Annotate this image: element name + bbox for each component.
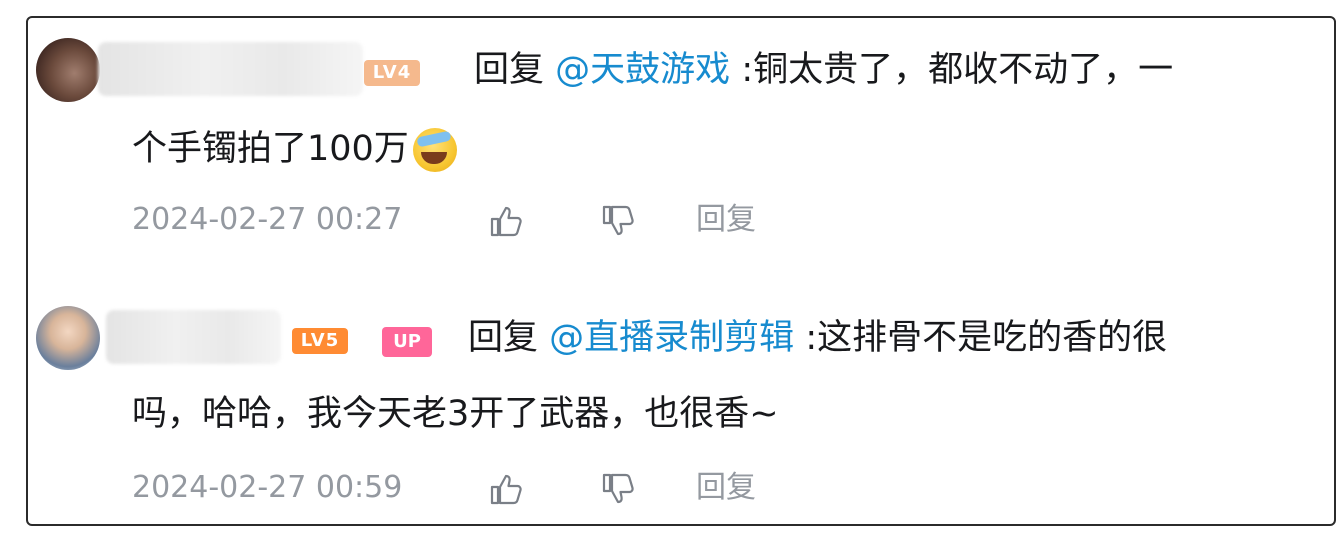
thumbs-up-icon[interactable] (488, 472, 524, 506)
thumbs-down-icon[interactable] (600, 204, 636, 238)
laughing-crying-emoji-icon (412, 128, 457, 172)
comment-text-line2: 吗，哈哈，我今天老3开了武器，也很香~ (132, 396, 779, 432)
comment-body-cont: 吗，哈哈，我今天老3开了武器，也很香~ (132, 394, 779, 434)
comment-text-line2: 个手镯拍了100万 (132, 128, 457, 172)
level-badge: LV5 (292, 328, 348, 354)
comment-list: LV4 回复 @天鼓游戏 :铜太贵了，都收不动了，一 个手镯拍了100万 202… (26, 16, 1336, 526)
comment-body-cont: 个手镯拍了100万 (132, 129, 409, 169)
comment-text-line1: 回复 @天鼓游戏 :铜太贵了，都收不动了，一 (474, 52, 1173, 88)
timestamp: 2024-02-27 00:27 (132, 202, 403, 237)
mention-link[interactable]: @天鼓游戏 (555, 50, 730, 90)
avatar[interactable] (36, 38, 100, 102)
comment-body: :这排骨不是吃的香的很 (805, 318, 1168, 358)
comment-text-line1: 回复 @直播录制剪辑 :这排骨不是吃的香的很 (468, 320, 1167, 356)
avatar[interactable] (36, 306, 100, 370)
reply-button[interactable]: 回复 (696, 202, 756, 238)
comment-body: :铜太贵了，都收不动了，一 (741, 50, 1174, 90)
mention-link[interactable]: @直播录制剪辑 (549, 318, 794, 358)
thumbs-up-icon[interactable] (488, 204, 524, 238)
timestamp: 2024-02-27 00:59 (132, 470, 403, 505)
level-badge: LV4 (364, 60, 420, 86)
username-redacted (106, 310, 281, 364)
thumbs-down-icon[interactable] (600, 472, 636, 506)
up-badge: UP (382, 327, 432, 357)
reply-prefix: 回复 (468, 318, 539, 358)
reply-button[interactable]: 回复 (696, 470, 756, 506)
username-redacted (98, 42, 363, 96)
reply-prefix: 回复 (474, 50, 545, 90)
